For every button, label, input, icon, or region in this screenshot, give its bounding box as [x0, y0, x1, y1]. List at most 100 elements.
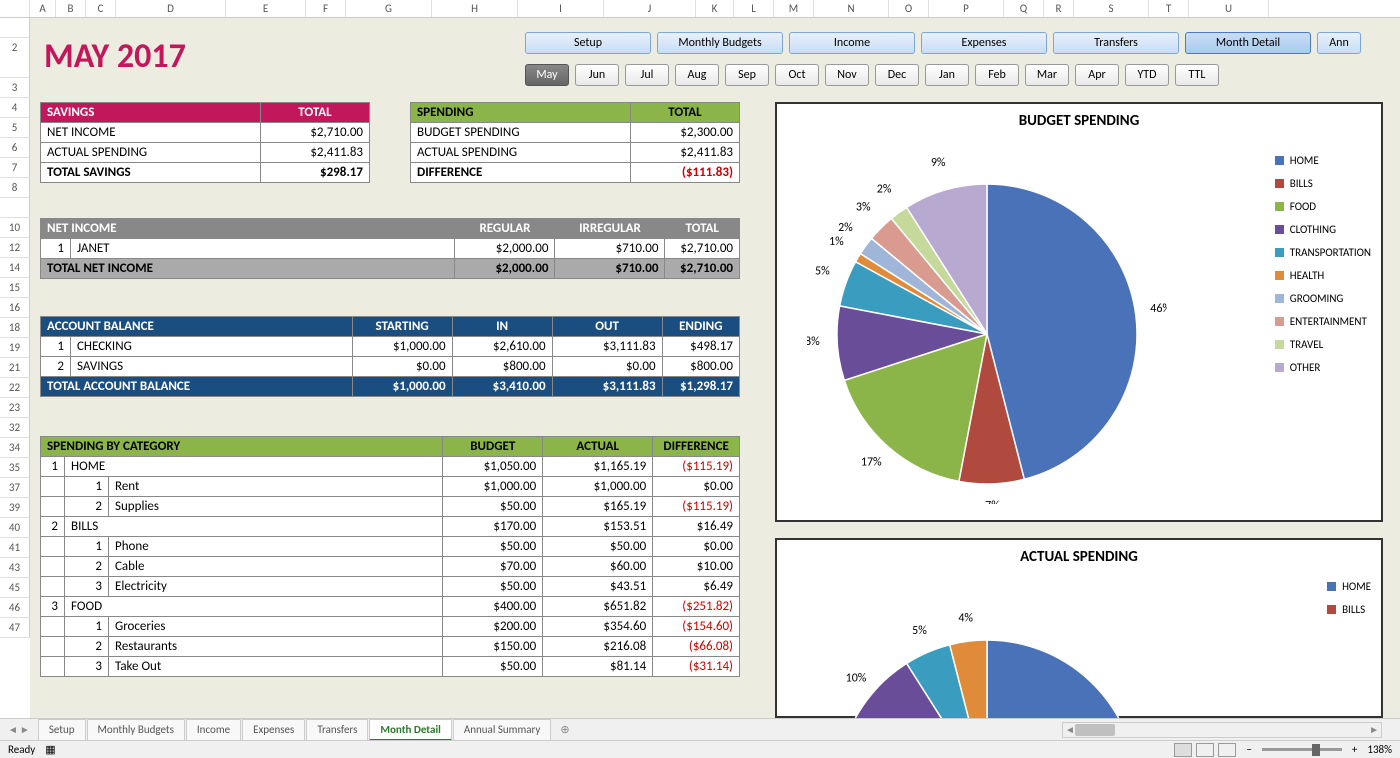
legend-item: GROOMING [1275, 292, 1371, 305]
month-button-mar[interactable]: Mar [1025, 64, 1069, 86]
row-headers[interactable]: 2345678101214151618192122233234353739404… [0, 18, 30, 638]
table-cell: HOME [65, 457, 443, 477]
spending-by-category-table: SPENDING BY CATEGORYBUDGETACTUALDIFFEREN… [40, 436, 740, 677]
nav-button-monthly-budgets[interactable]: Monthly Budgets [657, 32, 783, 54]
table-cell [41, 617, 65, 637]
sheet-tab-income[interactable]: Income [186, 719, 241, 741]
table-cell: TOTAL ACCOUNT BALANCE [41, 377, 353, 397]
sheet-tab-transfers[interactable]: Transfers [306, 719, 368, 741]
table-cell: $150.00 [443, 637, 543, 657]
column-headers[interactable]: ABCDEFGHIJKLMNOPQRSTU [0, 0, 1400, 18]
sheet-tab-month-detail[interactable]: Month Detail [369, 719, 451, 741]
zoom-slider[interactable] [1262, 748, 1342, 751]
table-cell: 1 [41, 239, 71, 259]
table-cell: DIFFERENCE [411, 163, 631, 183]
zoom-level[interactable]: 138% [1367, 743, 1392, 756]
nav-button-ann[interactable]: Ann [1317, 32, 1361, 54]
nav-button-income[interactable]: Income [789, 32, 915, 54]
table-cell: Phone [109, 537, 443, 557]
svg-text:46%: 46% [1150, 302, 1167, 316]
table-cell: $0.00 [352, 357, 452, 377]
table-cell: $200.00 [443, 617, 543, 637]
month-button-sep[interactable]: Sep [725, 64, 769, 86]
table-header: ACCOUNT BALANCE [41, 317, 353, 337]
month-button-jul[interactable]: Jul [625, 64, 669, 86]
table-cell: $3,410.00 [452, 377, 552, 397]
month-button-jun[interactable]: Jun [575, 64, 619, 86]
table-cell: $50.00 [443, 497, 543, 517]
legend-item: TRAVEL [1275, 338, 1371, 351]
legend-item: TRANSPORTATION [1275, 246, 1371, 259]
table-cell: $10.00 [653, 557, 740, 577]
table-cell: $298.17 [261, 163, 370, 183]
sheet-tab-expenses[interactable]: Expenses [242, 719, 305, 741]
table-cell: $1,000.00 [543, 477, 653, 497]
table-cell: $3,111.83 [552, 377, 662, 397]
macro-record-icon[interactable]: ▦ [45, 743, 55, 756]
savings-header-label: SAVINGS [41, 103, 261, 123]
month-button-may[interactable]: May [525, 64, 569, 86]
horizontal-scrollbar[interactable]: ◄► [1062, 722, 1382, 738]
zoom-in-button[interactable]: + [1352, 743, 1357, 756]
table-cell: ($66.08) [653, 637, 740, 657]
table-cell: Cable [109, 557, 443, 577]
nav-button-month-detail[interactable]: Month Detail [1185, 32, 1311, 54]
svg-text:5%: 5% [815, 265, 830, 279]
chart-title: BUDGET SPENDING [777, 112, 1381, 130]
table-cell: BILLS [65, 517, 443, 537]
table-cell: $50.00 [443, 537, 543, 557]
table-cell: 2 [65, 497, 109, 517]
table-header: DIFFERENCE [653, 437, 740, 457]
svg-text:5%: 5% [912, 624, 927, 638]
table-cell: $2,411.83 [631, 143, 740, 163]
table-cell: $70.00 [443, 557, 543, 577]
add-sheet-button[interactable]: ⊕ [552, 720, 577, 739]
legend-item: HOME [1275, 154, 1371, 167]
nav-button-transfers[interactable]: Transfers [1053, 32, 1179, 54]
status-bar: Ready ▦ − + 138% [0, 740, 1400, 758]
month-button-aug[interactable]: Aug [675, 64, 719, 86]
table-cell: $81.14 [543, 657, 653, 677]
month-button-oct[interactable]: Oct [775, 64, 819, 86]
table-cell: $2,300.00 [631, 123, 740, 143]
table-cell: 3 [41, 597, 65, 617]
nav-button-setup[interactable]: Setup [525, 32, 651, 54]
table-cell: $2,000.00 [455, 239, 555, 259]
table-cell: $0.00 [653, 537, 740, 557]
spending-table: SPENDINGTOTAL BUDGET SPENDING$2,300.00 A… [410, 102, 740, 183]
table-header: SPENDING BY CATEGORY [41, 437, 443, 457]
zoom-out-button[interactable]: − [1246, 743, 1251, 756]
month-button-ytd[interactable]: YTD [1125, 64, 1169, 86]
month-button-feb[interactable]: Feb [975, 64, 1019, 86]
month-button-ttl[interactable]: TTL [1175, 64, 1219, 86]
table-cell: $50.00 [443, 577, 543, 597]
svg-text:1%: 1% [829, 235, 844, 249]
table-cell [41, 497, 65, 517]
month-button-nov[interactable]: Nov [825, 64, 869, 86]
svg-text:10%: 10% [846, 672, 867, 686]
view-normal-icon[interactable] [1174, 743, 1192, 757]
month-button-apr[interactable]: Apr [1075, 64, 1119, 86]
view-page-layout-icon[interactable] [1196, 743, 1214, 757]
budget-spending-chart: BUDGET SPENDING 46%7%17%8%5%1%2%3%2%9% H… [775, 102, 1383, 522]
sheet-tab-annual-summary[interactable]: Annual Summary [453, 719, 552, 741]
table-cell: TOTAL NET INCOME [41, 259, 455, 279]
table-cell [41, 577, 65, 597]
table-cell: $800.00 [452, 357, 552, 377]
month-button-jan[interactable]: Jan [925, 64, 969, 86]
table-cell: 2 [41, 517, 65, 537]
table-cell [41, 537, 65, 557]
sheet-tab-monthly-budgets[interactable]: Monthly Budgets [87, 719, 185, 741]
worksheet-area: MAY 2017 SetupMonthly BudgetsIncomeExpen… [30, 18, 1400, 718]
table-header: OUT [552, 317, 662, 337]
sheet-tab-setup[interactable]: Setup [38, 719, 86, 741]
table-cell: $43.51 [543, 577, 653, 597]
legend-item: BILLS [1327, 603, 1371, 616]
table-cell: $6.49 [653, 577, 740, 597]
tab-nav-arrows[interactable]: ◄► [0, 723, 38, 736]
view-page-break-icon[interactable] [1218, 743, 1236, 757]
nav-button-expenses[interactable]: Expenses [921, 32, 1047, 54]
actual-spending-chart: ACTUAL SPENDING 10%5%4% HOMEBILLS [775, 538, 1383, 718]
month-button-dec[interactable]: Dec [875, 64, 919, 86]
savings-header-total: TOTAL [261, 103, 370, 123]
